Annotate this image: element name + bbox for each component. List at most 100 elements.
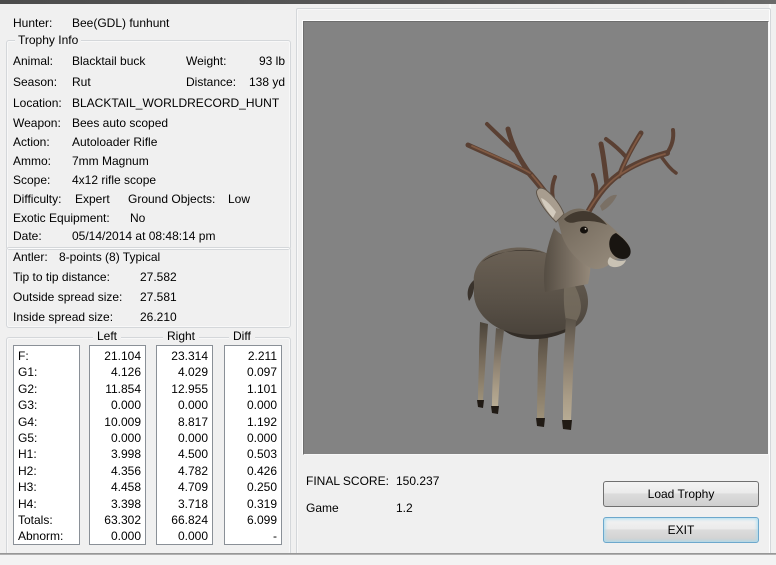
measurement-cell: 0.426 <box>246 463 277 478</box>
measurement-cell: 0.319 <box>246 496 277 511</box>
load-trophy-button[interactable]: Load Trophy <box>603 481 759 507</box>
measurement-cell: G5: <box>18 430 38 445</box>
weapon-value: Bees auto scoped <box>72 116 169 130</box>
measurement-cell: G2: <box>18 381 38 396</box>
weapon-label: Weapon: <box>13 116 61 130</box>
action-label: Action: <box>13 135 50 149</box>
measurement-cell: 6.099 <box>246 512 277 527</box>
tip-to-tip-label: Tip to tip distance: <box>13 270 110 284</box>
measurement-cell: 4.029 <box>177 365 208 380</box>
measurement-cell: Totals: <box>18 512 53 527</box>
measurement-cell: 23.314 <box>171 349 208 363</box>
window-top-edge <box>0 0 776 4</box>
measurement-cell: G4: <box>18 414 38 429</box>
column-header-diff: Diff <box>229 330 255 343</box>
measurement-cell: G3: <box>18 398 38 413</box>
ground-objects-value: Low <box>228 192 251 206</box>
measurement-cell: 3.718 <box>177 496 208 511</box>
distance-label: Distance: <box>186 75 237 89</box>
trophy-preview-panel[interactable] <box>303 21 769 455</box>
measurement-cell: 0.250 <box>246 480 277 495</box>
difficulty-value: Expert <box>75 192 110 206</box>
exotic-equipment-label: Exotic Equipment: <box>13 211 110 225</box>
measurement-cell: 11.854 <box>105 381 141 396</box>
deer-3d-render-icon <box>465 122 678 430</box>
measurement-cell: 4.500 <box>177 447 208 462</box>
game-version-value: 1.2 <box>396 501 413 515</box>
measurement-cell: 0.000 <box>177 430 208 445</box>
scope-value: 4x12 rifle scope <box>72 173 157 187</box>
measurement-cell: 4.356 <box>110 463 141 478</box>
weight-value: 93 lb <box>258 54 285 68</box>
final-score-label: FINAL SCORE: <box>306 474 389 488</box>
column-header-right: Right <box>163 330 200 343</box>
season-label: Season: <box>13 75 58 89</box>
trophy-info-title: Trophy Info <box>15 34 82 47</box>
ammo-label: Ammo: <box>13 154 52 168</box>
inside-spread-label: Inside spread size: <box>13 310 114 324</box>
measurement-cell: H2: <box>18 463 37 478</box>
ground-objects-label: Ground Objects: <box>128 192 216 206</box>
outside-spread-value: 27.581 <box>140 290 177 304</box>
window-bottom-frame <box>0 555 776 565</box>
measurement-cell: H1: <box>18 447 37 462</box>
measurement-cell: - <box>273 529 277 544</box>
game-version-label: Game <box>306 501 339 515</box>
distance-value: 138 yd <box>248 75 285 89</box>
inside-spread-value: 26.210 <box>140 310 177 324</box>
measure-col-labels[interactable]: F: G1: G2: G3: G4: G5: H1: H2: H3: H4: Totals: Abno… <box>13 345 80 545</box>
measurement-cell: 0.000 <box>110 430 141 445</box>
measurement-cell: 12.955 <box>171 381 208 396</box>
antler-value: 8-points (8) Typical <box>59 250 161 264</box>
date-value: 05/14/2014 at 08:48:14 pm <box>72 229 216 243</box>
measurement-cell: 8.817 <box>177 414 208 429</box>
measurement-cell: H3: <box>18 480 37 495</box>
measurement-cell: 4.782 <box>177 463 208 478</box>
measurement-cell: 0.000 <box>110 398 141 413</box>
exotic-equipment-value: No <box>130 211 146 225</box>
outside-spread-label: Outside spread size: <box>13 290 123 304</box>
tip-to-tip-value: 27.582 <box>140 270 177 284</box>
weight-label: Weight: <box>186 54 227 68</box>
measurement-cell: 4.709 <box>177 480 208 495</box>
difficulty-label: Difficulty: <box>13 192 62 206</box>
hunter-name: Bee(GDL) funhunt <box>72 16 170 30</box>
measurement-cell: 21.104 <box>104 349 141 363</box>
measurement-cell: 4.126 <box>110 365 141 380</box>
animal-value: Blacktail buck <box>72 54 146 68</box>
measurement-cell: 0.097 <box>246 365 277 380</box>
measurement-cell: 66.824 <box>171 512 208 527</box>
scope-label: Scope: <box>13 173 51 187</box>
location-label: Location: <box>13 96 62 110</box>
location-value: BLACKTAIL_WORLDRECORD_HUNT <box>72 96 280 110</box>
final-score-value: 150.237 <box>396 474 440 488</box>
trophy-viewer-window: Hunter: Bee(GDL) funhunt Trophy Info Ani… <box>0 0 776 565</box>
measurement-cell: 0.000 <box>246 398 277 413</box>
measurement-cell: F: <box>18 349 29 363</box>
measurement-cell: 0.000 <box>246 430 277 445</box>
measurement-cell: 10.009 <box>104 414 141 429</box>
action-value: Autoloader Rifle <box>72 135 158 149</box>
season-value: Rut <box>72 75 91 89</box>
measurement-cell: H4: <box>18 496 37 511</box>
measurement-cell: 0.000 <box>110 529 141 544</box>
measurement-cell: 63.302 <box>104 512 141 527</box>
measurement-cell: 0.000 <box>177 529 208 544</box>
measure-col-right[interactable]: 23.314 4.029 12.955 0.000 8.817 0.000 4.500 4.7… <box>156 345 213 545</box>
measurement-cell: 0.000 <box>177 398 208 413</box>
antler-label: Antler: <box>13 250 48 264</box>
measurement-cell: 2.211 <box>247 349 277 363</box>
column-header-left: Left <box>93 330 122 343</box>
date-label: Date: <box>13 229 42 243</box>
measurement-cell: 3.998 <box>110 447 141 462</box>
measure-col-diff[interactable]: 2.211 0.097 1.101 0.000 1.192 0.000 0.503 0.426… <box>224 345 282 545</box>
measurement-cell: Abnorm: <box>18 529 64 544</box>
exit-button[interactable]: EXIT <box>603 517 759 543</box>
measurement-cell: 1.101 <box>246 381 277 396</box>
measurement-cell: 0.503 <box>246 447 277 462</box>
animal-label: Animal: <box>13 54 54 68</box>
measurement-cell: G1: <box>18 365 38 380</box>
ammo-value: 7mm Magnum <box>72 154 149 168</box>
measurement-cell: 4.458 <box>110 480 141 495</box>
measure-col-left[interactable]: 21.104 4.126 11.854 0.000 10.009 0.000 3.998 4.… <box>89 345 146 545</box>
